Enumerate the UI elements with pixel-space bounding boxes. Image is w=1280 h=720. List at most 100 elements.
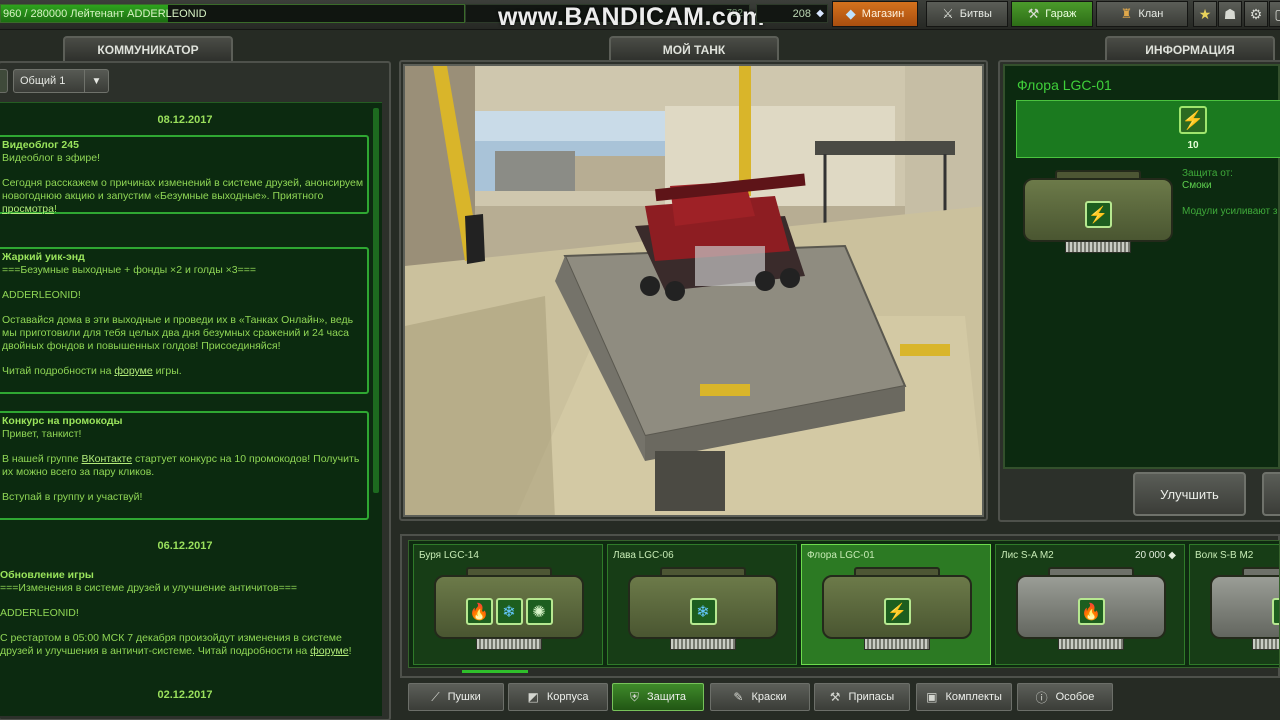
crystal-icon: ◆ [816,8,824,19]
protection-value: Смоки [1182,180,1212,191]
category-label: Краски [751,691,787,703]
shop-button[interactable]: ◆ Магазин [832,1,918,27]
category-paints-button[interactable]: ✎ Краски [710,683,810,711]
module-image: ❄ [1210,567,1279,655]
secondary-action-button[interactable] [1262,472,1280,516]
crystals-amount: 208 [792,8,811,20]
item-description: Модули усиливают з системы танка, сниж о… [1182,206,1278,217]
item-card[interactable]: Лава LGC-06 ❄ [607,544,797,665]
module-image: 🔥 ❄ ✺ [434,567,584,655]
channel-select[interactable]: Общий 1 ▼ [13,69,109,93]
battles-button-label: Битвы [959,8,992,20]
watch-link[interactable]: просмотра [2,203,54,215]
frost-icon: ❄ [1271,598,1279,625]
item-card[interactable]: Буря LGC-14 🔥 ❄ ✺ [413,544,603,665]
star-icon[interactable]: ★ [1193,1,1217,27]
tank-garage-view[interactable] [403,64,984,517]
diamond-icon: ◆ [845,6,856,21]
news-item-text: Вступай в группу и участвуй! [2,491,143,503]
news-date: 08.12.2017 [157,114,213,126]
chevron-down-icon[interactable]: ▼ [84,70,108,92]
wrench-icon: ⚒ [829,690,841,704]
news-item-text: ===Изменения в системе друзей и улучшени… [0,582,297,594]
channel-list-button[interactable] [0,69,8,93]
item-card-name: Лис S-A M2 [1001,550,1054,561]
crystals-counter: 208 ◆ [756,4,828,23]
news-item-title: Конкурс на промокоды [2,415,123,427]
settings-gear-icon[interactable]: ⚙ [1244,1,1268,27]
rank-and-experience-text: 960 / 280000 Лейтенант ADDERLEONID [3,8,207,20]
news-item-title: Обновление игры [0,569,94,581]
item-card-price: 20 000 ◆ [1134,550,1176,561]
category-special-button[interactable]: ⓘ Особое [1017,683,1113,711]
forum-link[interactable]: форуме [310,645,348,657]
upgrade-button[interactable]: Улучшить [1133,472,1246,516]
category-supplies-button[interactable]: ⚒ Припасы [814,683,910,711]
communicator-header: Общий 1 ▼ [0,66,388,96]
tab-information: ИНФОРМАЦИЯ [1105,36,1275,62]
category-label: Корпуса [546,691,589,703]
module-image: ⚡ [822,567,972,655]
news-item-text: Оставайся дома в эти выходные и проведи … [2,314,354,352]
item-card[interactable]: Флора LGC-01 ⚡ [801,544,991,665]
energy-icon: ⚡ [1084,201,1112,228]
news-item-hot-weekend: Жаркий уик-энд ===Безумные выходные + фо… [0,247,369,394]
category-hulls-button[interactable]: ◩ Корпуса [508,683,608,711]
module-icons: 🔥 [1016,598,1166,625]
category-label: Пушки [447,691,481,703]
item-title: Флора LGC-01 [1017,77,1112,93]
friends-icon[interactable]: ☗ [1218,1,1242,27]
news-item-text: ADDERLEONID! [2,289,81,301]
clan-emblem-icon: ♜ [1120,6,1133,21]
module-preview-icons: ⚡ [1023,201,1173,228]
news-item-text: ! [53,203,57,215]
exclamation-icon: ⓘ [1035,690,1048,705]
experience-bar: 960 / 280000 Лейтенант ADDERLEONID [0,4,465,23]
garage-scene [405,66,982,515]
news-item-text: С рестартом в 05:00 МСК 7 декабря произо… [0,632,342,657]
category-guns-button[interactable]: ⟋ Пушки [408,683,504,711]
news-date: 06.12.2017 [157,540,213,552]
news-scrollbar[interactable] [373,108,379,493]
module-image: ❄ [628,567,778,655]
channel-select-value: Общий 1 [20,75,66,87]
news-item-promocodes: Конкурс на промокоды Привет, танкист! В … [0,411,369,520]
item-card[interactable]: Волк S-B M2 ❄ [1189,544,1279,665]
protection-label: Защита от: [1182,168,1233,179]
module-icons: 🔥 ❄ ✺ [434,598,584,625]
item-list-scrollbar[interactable] [462,670,528,673]
module-icons: ❄ [1210,598,1279,625]
frost-icon: ❄ [495,598,523,625]
category-kits-button[interactable]: ▣ Комплекты [916,683,1012,711]
item-list[interactable]: Буря LGC-14 🔥 ❄ ✺ Лава LGC-06 ❄ Флора LGC-01 ⚡ Л… [408,540,1280,668]
category-label: Защита [647,691,686,703]
news-item-text: ADDERLEONID! [0,607,79,619]
news-item-text: Видеоблог в эфире! [2,152,101,164]
fullscreen-icon[interactable]: ▢ [1269,1,1280,27]
box-icon: ▣ [926,690,938,704]
item-card[interactable]: Лис S-A M2 20 000 ◆ 🔥 [995,544,1185,665]
news-item-text: ===Безумные выходные + фонды ×2 и голды … [2,264,257,276]
item-card-name: Буря LGC-14 [419,550,479,561]
item-property-value: 10 [1187,140,1199,151]
fire-icon: 🔥 [1077,598,1105,625]
clan-button[interactable]: ♜ Клан [1096,1,1188,27]
news-item-title: Видеоблог 245 [2,139,79,151]
news-feed[interactable]: 08.12.2017 Видеоблог 245 Видеоблог в эфи… [0,102,382,716]
hull-icon: ◩ [527,690,539,704]
vkontakte-link[interactable]: ВКонтакте [82,453,133,465]
energy-icon: ⚡ [1179,106,1207,134]
garage-button[interactable]: ⚒ Гараж [1011,1,1093,27]
item-card-name: Волк S-B M2 [1195,550,1254,561]
news-item-text: Читай подробности на [2,365,112,377]
tab-communicator: КОММУНИКАТОР [63,36,233,62]
category-label: Комплекты [945,691,1002,703]
battles-button[interactable]: ⚔ Битвы [926,1,1008,27]
forum-link[interactable]: форуме [114,365,152,377]
gun-icon: ⟋ [431,689,440,704]
module-preview: ⚡ [1023,170,1173,258]
clan-button-label: Клан [1138,8,1164,20]
module-icons: ❄ [628,598,778,625]
category-protection-button[interactable]: ⛨ Защита [612,683,704,711]
module-image: 🔥 [1016,567,1166,655]
